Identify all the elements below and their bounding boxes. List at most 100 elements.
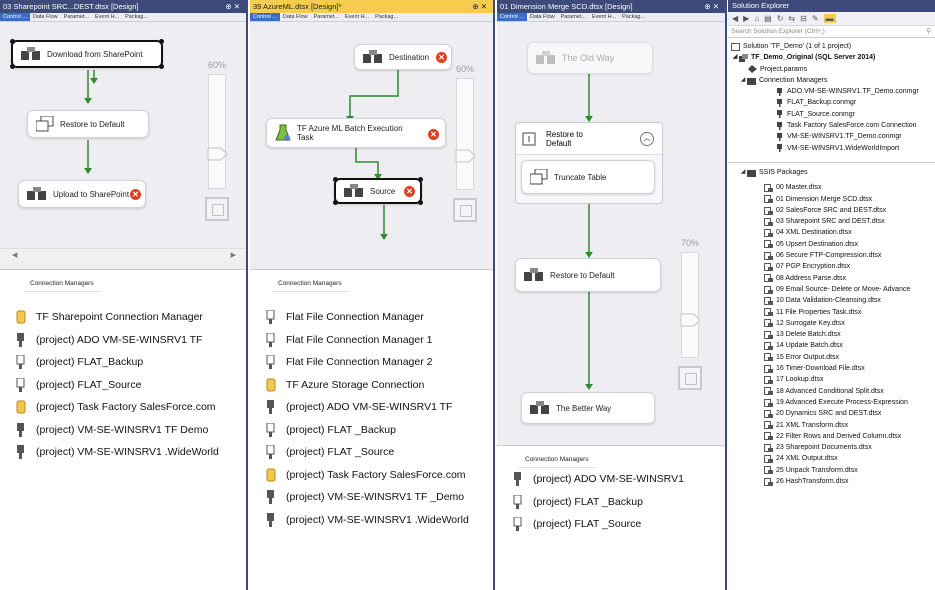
sync-icon[interactable]: ⇆ (788, 14, 795, 23)
tab-data-flow[interactable]: Data Flow (30, 13, 61, 21)
collapse-all-icon[interactable]: ⊟ (800, 14, 807, 23)
tree-package[interactable]: 11 File Properties Task.dtsx (728, 307, 935, 318)
connection-item[interactable]: TF Azure Storage Connection (250, 374, 493, 397)
tree-connection-manager[interactable]: ADO.VM-SE-WINSRV1.TF_Demo.conmgr (728, 86, 935, 97)
task-restore-to-default-2[interactable]: Restore to Default (515, 258, 661, 292)
tree-package[interactable]: 17 Lookup.dtsx (728, 374, 935, 385)
home-icon[interactable]: ⌂ (754, 14, 759, 23)
properties-icon[interactable]: ✎ (812, 14, 819, 23)
task-the-old-way[interactable]: The Old Way (527, 42, 653, 74)
doc-tab[interactable]: 01 Dimension Merge SCD.dtsx [Design] ⊕ ✕ (497, 0, 725, 13)
tab-package-explorer[interactable]: Packag... (122, 13, 151, 21)
history-icon[interactable]: ↻ (777, 14, 784, 23)
connection-item[interactable]: Flat File Connection Manager 1 (250, 329, 493, 352)
scroll-right-icon[interactable]: ▶ (231, 251, 236, 259)
connection-item[interactable]: (project) VM-SE-WINSRV1 TF _Demo (250, 486, 493, 509)
tree-project[interactable]: ◢ TF_Demo_Original (SQL Server 2014) (728, 52, 935, 63)
tree-package[interactable]: 01 Dimension Merge SCD.dtsx (728, 194, 935, 205)
tree-connection-manager[interactable]: Task Factory SalesForce.com Connection (728, 120, 935, 131)
connection-item[interactable]: (project) Task Factory SalesForce.com (250, 464, 493, 487)
design-canvas[interactable]: The Old Way Restore to Default ︿ Truncat… (497, 22, 725, 446)
connection-item[interactable]: (project) FLAT _Backup (497, 491, 725, 514)
tree-package[interactable]: 14 Update Batch.dtsx (728, 340, 935, 351)
connection-item[interactable]: (project) ADO VM-SE-WINSRV1 TF (250, 396, 493, 419)
connection-item[interactable]: (project) FLAT _Source (497, 513, 725, 536)
tab-control-flow[interactable]: Control ... (250, 13, 280, 21)
connection-item[interactable]: (project) VM-SE-WINSRV1 .WideWorld (0, 441, 246, 464)
tab-event-handlers[interactable]: Event H... (92, 13, 122, 21)
zoom-thumb-icon[interactable] (455, 149, 477, 163)
connection-managers-tab[interactable]: Connection Managers (519, 452, 595, 468)
tab-control-flow[interactable]: Control ... (0, 13, 30, 21)
connection-item[interactable]: (project) VM-SE-WINSRV1 TF Demo (0, 419, 246, 442)
tab-event-handlers[interactable]: Event H... (342, 13, 372, 21)
preview-icon[interactable]: ▬ (823, 14, 836, 23)
tree-package[interactable]: 07 PGP Encryption.dtsx (728, 261, 935, 272)
connection-managers-tab[interactable]: Connection Managers (24, 276, 100, 292)
tree-package[interactable]: 18 Advanced Conditional Split.dtsx (728, 386, 935, 397)
zoom-slider[interactable] (455, 78, 477, 190)
expand-icon[interactable]: ◢ (731, 52, 739, 63)
tree-package[interactable]: 02 SalesForce SRC and DEST.dtsx (728, 205, 935, 216)
connection-item[interactable]: (project) VM-SE-WINSRV1 .WideWorld (250, 509, 493, 532)
connection-item[interactable]: (project) ADO VM-SE-WINSRV1 TF (0, 329, 246, 352)
zoom-to-fit-button[interactable] (453, 198, 477, 222)
tree-package[interactable]: 22 Filter Rows and Derived Column.dtsx (728, 431, 935, 442)
tree-connection-managers[interactable]: ◢ Connection Managers (728, 75, 935, 86)
connection-item[interactable]: Flat File Connection Manager (250, 306, 493, 329)
task-source[interactable]: Source ✕ (333, 177, 423, 205)
zoom-to-fit-button[interactable] (205, 197, 229, 221)
task-azure-ml-batch-execution[interactable]: TF Azure ML Batch Execution Task ✕ (266, 118, 446, 148)
tree-connection-manager[interactable]: FLAT_Backup.conmgr (728, 97, 935, 108)
zoom-thumb-icon[interactable] (207, 147, 229, 161)
tree-connection-manager[interactable]: VM-SE-WINSRV1.WideWorldImport (728, 143, 935, 154)
design-canvas[interactable]: Download from SharePoint Restore to Defa… (0, 22, 246, 270)
connection-managers-tab[interactable]: Connection Managers (272, 276, 348, 292)
scroll-left-icon[interactable]: ◀ (12, 251, 17, 259)
tab-package-explorer[interactable]: Packag... (372, 13, 401, 21)
tree-package[interactable]: 25 Unpack Transform.dtsx (728, 465, 935, 476)
task-the-better-way[interactable]: The Better Way (521, 392, 655, 424)
tab-data-flow[interactable]: Data Flow (527, 13, 558, 21)
tree-package[interactable]: 03 Sharepoint SRC and DEST.dtsx (728, 216, 935, 227)
tab-parameters[interactable]: Paramet... (558, 13, 589, 21)
tree-package[interactable]: 16 Timer-Download File.dtsx (728, 363, 935, 374)
tab-package-explorer[interactable]: Packag... (619, 13, 648, 21)
tree-package[interactable]: 10 Data Validation-Cleansing.dtsx (728, 295, 935, 306)
connection-item[interactable]: Flat File Connection Manager 2 (250, 351, 493, 374)
tree-package[interactable]: 06 Secure FTP-Compression.dtsx (728, 250, 935, 261)
tab-control-flow[interactable]: Control ... (497, 13, 527, 21)
zoom-thumb-icon[interactable] (680, 313, 702, 327)
tab-parameters[interactable]: Paramet... (311, 13, 342, 21)
forward-icon[interactable]: ▶ (743, 14, 749, 23)
tree-package[interactable]: 00 Master.dtsx (728, 182, 935, 193)
connection-item[interactable]: (project) ADO VM-SE-WINSRV1 (497, 468, 725, 491)
task-truncate-table[interactable]: Truncate Table (521, 160, 655, 194)
collapse-icon[interactable]: ︿ (640, 132, 654, 146)
tree-project-params[interactable]: Project.params (728, 64, 935, 75)
tree-package[interactable]: 12 Surrogate Key.dtsx (728, 318, 935, 329)
tab-parameters[interactable]: Paramet... (61, 13, 92, 21)
tree-package[interactable]: 26 HashTransform.dtsx (728, 476, 935, 487)
tree-connection-manager[interactable]: FLAT_Source.conmgr (728, 109, 935, 120)
tree-package[interactable]: 04 XML Destination.dtsx (728, 227, 935, 238)
task-download-from-sharepoint[interactable]: Download from SharePoint (10, 39, 164, 69)
tree-package[interactable]: 13 Delete Batch.dtsx (728, 329, 935, 340)
zoom-to-fit-button[interactable] (678, 366, 702, 390)
expand-icon[interactable]: ◢ (739, 167, 747, 178)
tree-package[interactable]: 24 XML Output.dtsx (728, 453, 935, 464)
zoom-slider[interactable] (680, 252, 702, 358)
doc-tab[interactable]: 03 Sharepoint SRC...DEST.dtsx [Design] ⊕… (0, 0, 246, 13)
tree-package[interactable]: 15 Error Output.dtsx (728, 352, 935, 363)
connection-item[interactable]: (project) FLAT _Source (250, 441, 493, 464)
expand-icon[interactable]: ◢ (739, 75, 747, 86)
task-upload-to-sharepoint[interactable]: Upload to SharePoint ✕ (18, 180, 146, 208)
task-restore-to-default[interactable]: Restore to Default (27, 110, 149, 138)
close-icon[interactable]: ⊕ ✕ (225, 0, 240, 13)
design-canvas[interactable]: Destination ✕ TF Azure ML Batch Executio… (250, 22, 493, 270)
connection-item[interactable]: (project) FLAT _Backup (250, 419, 493, 442)
tree-ssis-packages[interactable]: ◢ SSIS Packages (728, 167, 935, 178)
tree-package[interactable]: 20 Dynamics SRC and DEST.dtsx (728, 408, 935, 419)
tree-package[interactable]: 23 Sharepoint Documents.dtsx (728, 442, 935, 453)
back-icon[interactable]: ◀ (732, 14, 738, 23)
